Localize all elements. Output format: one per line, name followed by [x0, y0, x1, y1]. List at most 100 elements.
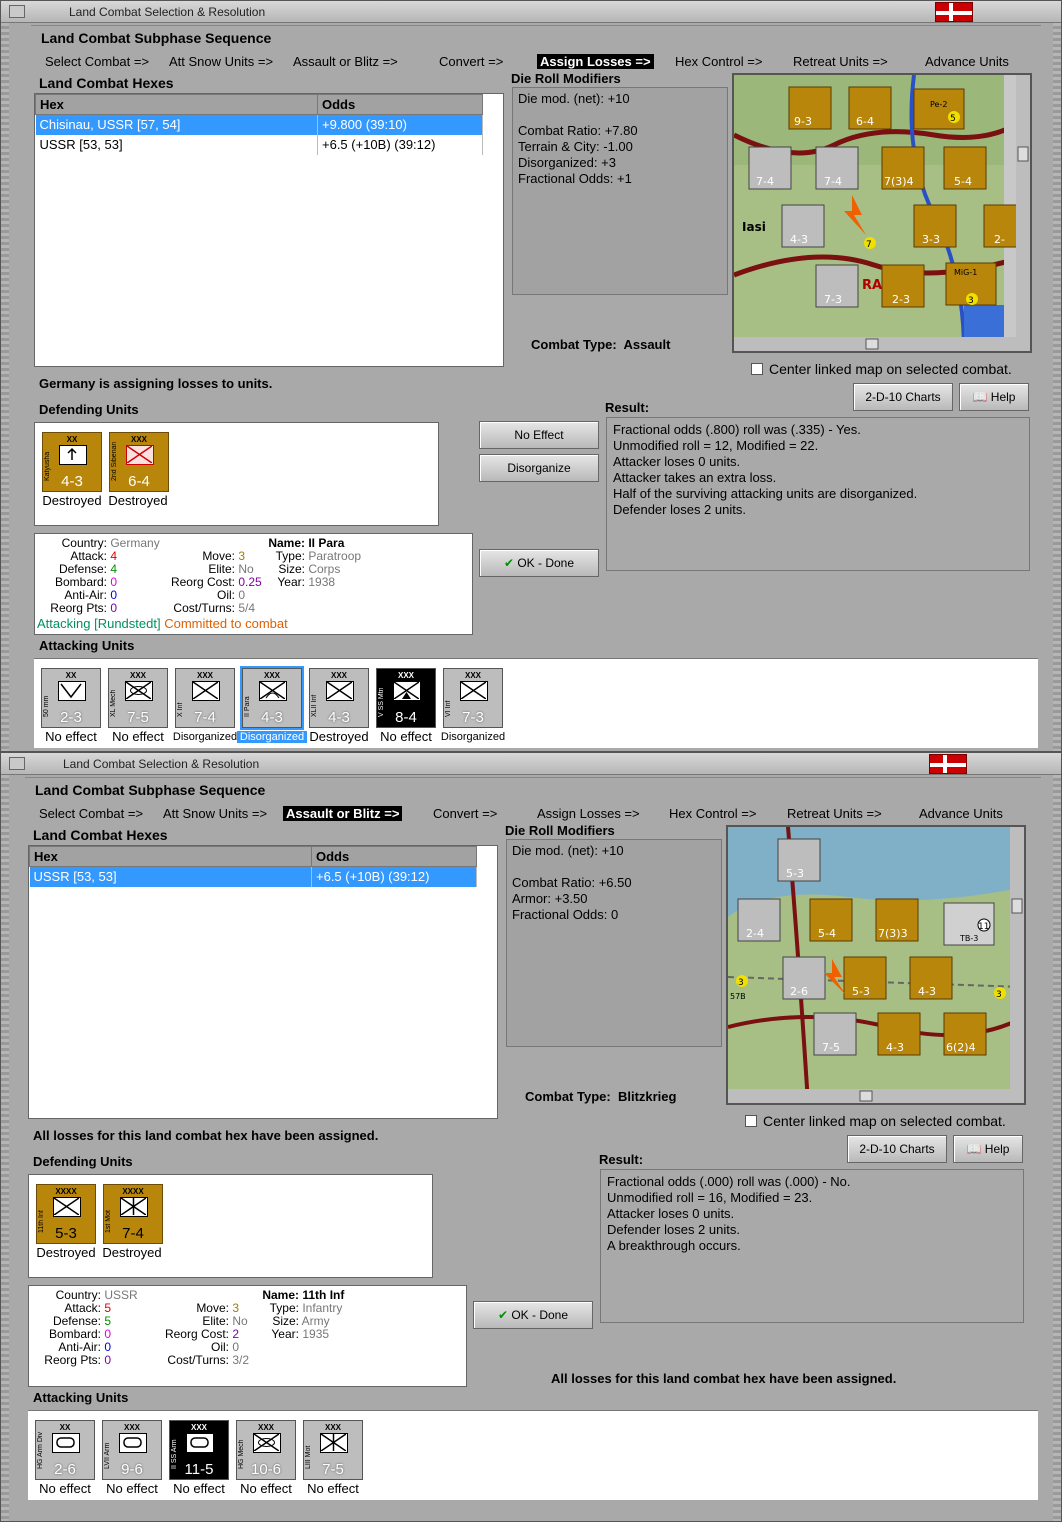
info-key: Reorg Cost:	[164, 1327, 229, 1341]
unit-counter-50mm[interactable]: XX 50 mm 2-3	[41, 668, 101, 728]
unit-caption: No effect	[39, 1481, 91, 1496]
col-hex[interactable]: Hex	[35, 94, 318, 115]
info-reorgcost: 2	[232, 1327, 240, 1341]
infantry-symbol-icon	[126, 445, 154, 465]
disorganize-button[interactable]: Disorganize	[479, 454, 599, 482]
check-icon: ✔	[497, 1308, 508, 1322]
unit-counter-hg-mech[interactable]: XXX HG Mech 10-6	[236, 1420, 296, 1480]
map-marker: 11	[978, 922, 989, 932]
no-effect-button[interactable]: No Effect	[479, 421, 599, 449]
unit-caption: No effect	[240, 1481, 292, 1496]
unit-size: XXX	[464, 671, 481, 680]
map-marker: 5	[950, 114, 956, 124]
unit-counter-ii-ss-arm[interactable]: XXX II SS Arm 11-5	[169, 1420, 229, 1480]
unit-counter-vi-inf[interactable]: XXX VI Inf 7-3	[443, 668, 503, 728]
result-line: Half of the surviving attacking units ar…	[613, 486, 918, 501]
charts-button[interactable]: 2-D-10 Charts	[853, 383, 953, 411]
help-button[interactable]: 📖 Help	[953, 1135, 1023, 1163]
center-map-checkbox[interactable]: Center linked map on selected combat.	[745, 1113, 1006, 1129]
unit-counter-x-inf[interactable]: XXX X Inf 7-4	[175, 668, 235, 728]
unit-counter-liii-mot[interactable]: XXX LIII Mot 7-5	[303, 1420, 363, 1480]
info-bombard: 0	[104, 1327, 112, 1341]
result-line: Fractional odds (.800) roll was (.335) -…	[613, 422, 861, 437]
checkbox-box[interactable]	[745, 1115, 757, 1127]
unit-caption: Destroyed	[42, 493, 102, 508]
sequence-title: Land Combat Subphase Sequence	[35, 782, 266, 798]
unit-counter-ii-para[interactable]: XXX II Para 4-3	[240, 666, 304, 730]
step-assign-losses: Assign Losses =>	[537, 54, 654, 69]
drm-line: Combat Ratio: +6.50	[512, 875, 632, 890]
center-map-checkbox[interactable]: Center linked map on selected combat.	[751, 361, 1012, 377]
result-line: Defender loses 2 units.	[607, 1222, 740, 1237]
checkbox-label: Center linked map on selected combat.	[763, 1113, 1006, 1129]
frame-left	[1, 775, 9, 1521]
combat-type-value: Blitzkrieg	[617, 1089, 677, 1104]
unit-value: 7-4	[194, 709, 216, 726]
map-aircraft-label: MiG-1	[954, 268, 977, 277]
result-line: A breakthrough occurs.	[607, 1238, 741, 1253]
map-counter-val: 5-4	[818, 927, 836, 940]
odds-cell: +6.5 (+10B) (39:12)	[317, 134, 483, 155]
hex-row[interactable]: Chisinau, USSR [57, 54] +9.800 (39:10)	[35, 114, 483, 135]
ok-done-button[interactable]: ✔ OK - Done	[473, 1301, 593, 1329]
charts-button[interactable]: 2-D-10 Charts	[847, 1135, 947, 1163]
col-odds[interactable]: Odds	[311, 846, 477, 867]
subphase-sequence: Land Combat Subphase Sequence Select Com…	[25, 777, 1041, 821]
help-book-icon: 📖	[966, 1142, 982, 1156]
ok-done-button[interactable]: ✔ OK - Done	[479, 549, 599, 577]
window-menu-icon[interactable]	[9, 5, 25, 18]
infantry-symbol-icon	[192, 681, 220, 701]
result-panel: Fractional odds (.800) roll was (.335) -…	[606, 417, 1030, 571]
title-bar[interactable]: Land Combat Selection & Resolution	[1, 753, 1061, 775]
hex-row[interactable]: USSR [53, 53] +6.5 (+10B) (39:12)	[29, 866, 477, 887]
linked-map[interactable]: 5-3 2-4 5-4 7(3)3 2-6 5-3 4-3 7-5 4-3 6(…	[726, 825, 1026, 1105]
linked-map[interactable]: Iasi RA 9-3 6-4 7-4 7-4 7(3)4 5-4 4-3 3-…	[732, 73, 1032, 353]
hexes-list: Hex Odds Chisinau, USSR [57, 54] +9.800 …	[34, 93, 504, 367]
drm-line: Terrain & City: -1.00	[518, 139, 633, 154]
unit-counter-xl-mech[interactable]: XXX XL Mech 7-5	[108, 668, 168, 728]
unit-counter-xlii-inf[interactable]: XXX XLII Inf 4-3	[309, 668, 369, 728]
defending-units: XXXX 11th Inf 5-3 Destroyed XXXX 1st Mot…	[28, 1174, 433, 1278]
step-retreat-units: Retreat Units =>	[787, 806, 882, 821]
help-label: Help	[990, 390, 1016, 404]
map-counter-val: 9-3	[794, 115, 812, 128]
col-hex[interactable]: Hex	[29, 846, 312, 867]
rocket-symbol-icon	[59, 445, 87, 465]
info-antiair: 0	[104, 1340, 112, 1354]
info-key: Name:	[268, 536, 305, 550]
step-convert: Convert =>	[439, 54, 504, 69]
info-move: 3	[238, 549, 246, 563]
unit-size: XX	[66, 435, 78, 444]
step-att-snow-units: Att Snow Units =>	[169, 54, 274, 69]
unit-counter-2nd-siberian[interactable]: XXX 2nd Siberian 6-4	[109, 432, 169, 492]
title-bar[interactable]: Land Combat Selection & Resolution	[1, 1, 1061, 23]
info-size: Corps	[308, 562, 341, 576]
unit-counter-1st-mot[interactable]: XXXX 1st Mot 7-4	[103, 1184, 163, 1244]
info-reorgpts: 0	[110, 601, 118, 615]
window-menu-icon[interactable]	[9, 757, 25, 770]
step-hex-control: Hex Control =>	[669, 806, 757, 821]
unit-size: XXX	[263, 671, 280, 680]
unit-value: 7-3	[462, 709, 484, 726]
unit-counter-v-ss-mtn[interactable]: XXX V SS Mtn 8-4	[376, 668, 436, 728]
info-committed: Committed to combat	[164, 616, 288, 631]
german-flag-icon	[935, 2, 973, 22]
map-counter-val: 7(3)3	[878, 927, 908, 940]
info-type: Infantry	[302, 1301, 343, 1315]
unit-counter-hg-arm-div[interactable]: XX HG Arm Div 2-6	[35, 1420, 95, 1480]
unit-caption: No effect	[173, 1481, 225, 1496]
help-button[interactable]: 📖 Help	[959, 383, 1029, 411]
checkbox-box[interactable]	[751, 363, 763, 375]
unit-counter-lvii-arm[interactable]: XXX LVII Arm 9-6	[102, 1420, 162, 1480]
unit-counter-katyusha[interactable]: XX Katyusha 4-3	[42, 432, 102, 492]
drm-panel: Die mod. (net): +10 Combat Ratio: +7.80 …	[512, 87, 728, 295]
info-key: Country:	[61, 536, 107, 550]
info-key: Attack:	[64, 1301, 101, 1315]
map-aircraft-label: 57B	[730, 992, 746, 1001]
hex-row[interactable]: USSR [53, 53] +6.5 (+10B) (39:12)	[35, 134, 483, 155]
unit-value: 7-5	[127, 709, 149, 726]
unit-size: XXX	[130, 435, 147, 444]
unit-counter-11th-inf[interactable]: XXXX 11th Inf 5-3	[36, 1184, 96, 1244]
map-counter-val: 4-3	[886, 1041, 904, 1054]
col-odds[interactable]: Odds	[317, 94, 483, 115]
